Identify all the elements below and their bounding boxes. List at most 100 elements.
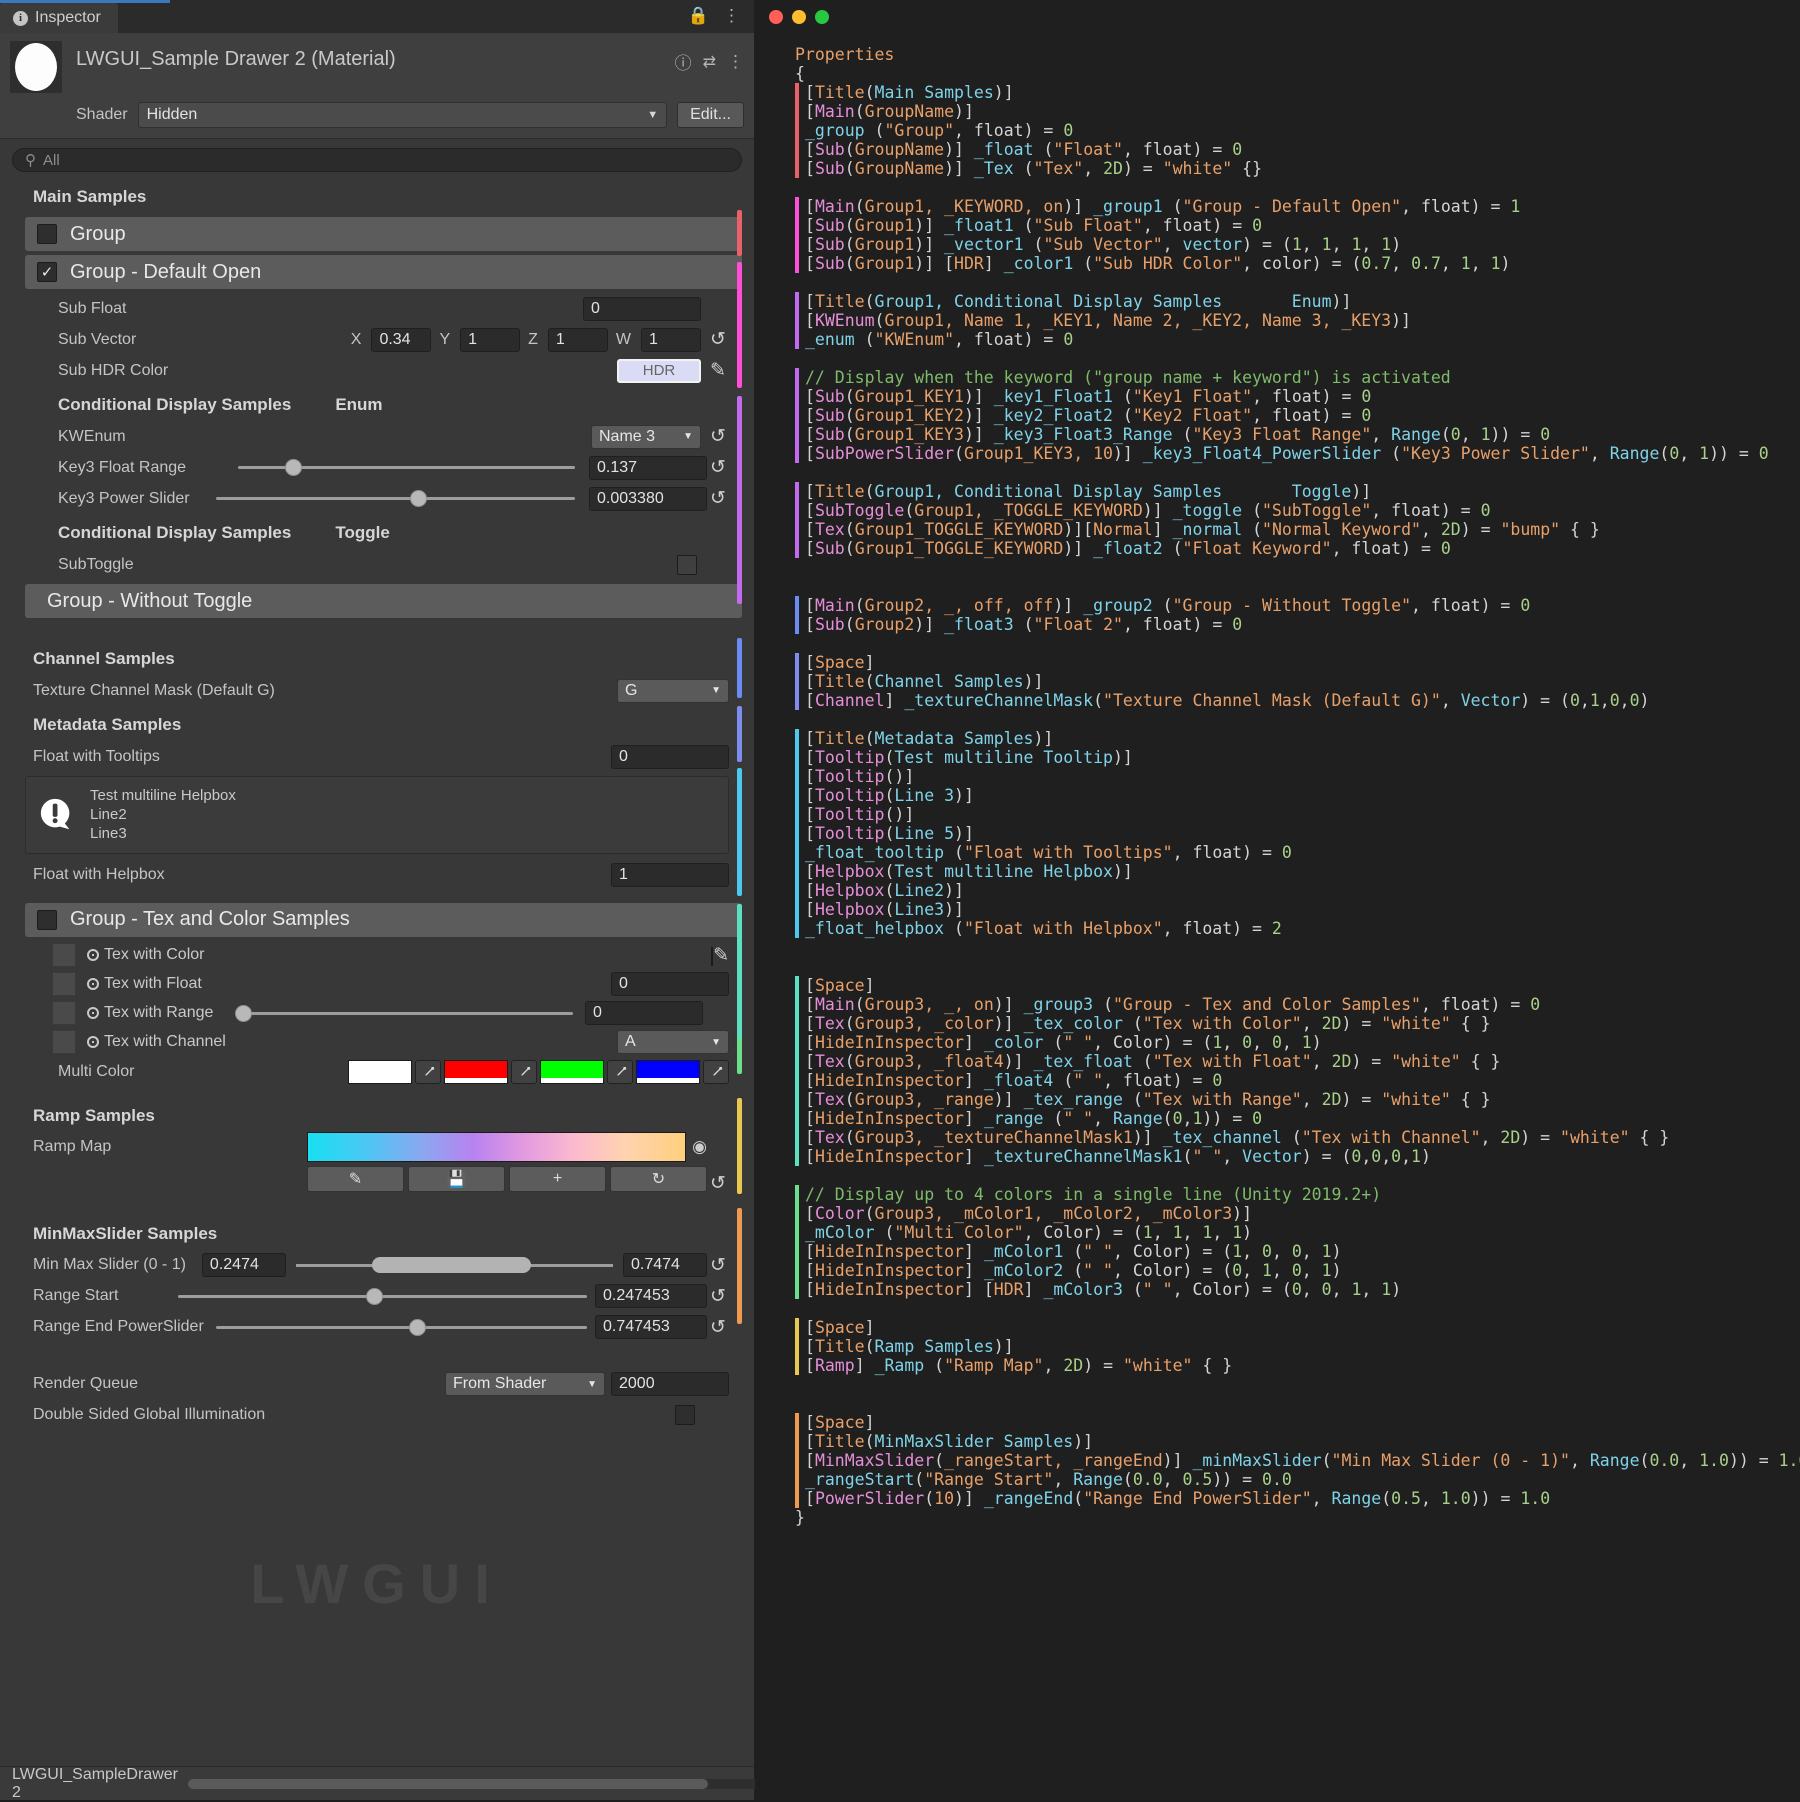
horizontal-scrollbar[interactable] — [188, 1779, 808, 1789]
texture-thumbnail[interactable] — [52, 1030, 76, 1054]
revert-icon[interactable]: ↺ — [707, 456, 729, 479]
tex-range-slider[interactable] — [235, 1001, 573, 1025]
group-gutter-bar — [795, 824, 799, 843]
multi-color-swatch-blue[interactable] — [636, 1060, 700, 1084]
range-end-input[interactable]: 0.747453 — [595, 1315, 707, 1339]
edit-button[interactable]: Edit... — [677, 102, 744, 128]
code-token: Channel — [815, 691, 885, 710]
double-sided-checkbox[interactable] — [675, 1405, 695, 1425]
key3-power-slider[interactable] — [216, 487, 575, 511]
float-tooltips-input[interactable]: 0 — [611, 745, 729, 769]
key3-float-slider[interactable] — [238, 456, 575, 480]
group-label: Group - Default Open — [70, 261, 261, 284]
help-icon[interactable]: ⓘ — [675, 49, 692, 74]
subtoggle-checkbox[interactable] — [677, 555, 697, 575]
slider-knob[interactable] — [366, 1288, 383, 1305]
texture-thumbnail[interactable] — [52, 972, 76, 996]
revert-icon[interactable]: ↺ — [707, 1254, 729, 1277]
code-token: ) — [1332, 1261, 1342, 1280]
close-dot-icon[interactable] — [769, 10, 783, 24]
group-header-default-open[interactable]: ✓ Group - Default Open — [25, 255, 742, 289]
color-swatch-red[interactable] — [711, 947, 713, 966]
sub-float-input[interactable]: 0 — [583, 297, 701, 321]
vector-x-input[interactable]: 0.34 — [371, 328, 431, 352]
eyedropper-icon[interactable] — [415, 1060, 441, 1084]
revert-icon[interactable]: ↺ — [707, 425, 729, 448]
preset-icon[interactable]: ⇄ — [703, 52, 716, 72]
minmax-track[interactable] — [296, 1253, 613, 1277]
group-checkbox-checked[interactable]: ✓ — [37, 262, 57, 282]
code-token: ) = ( — [1242, 235, 1292, 254]
render-queue-dropdown[interactable]: From Shader ▼ — [445, 1372, 605, 1396]
texture-channel-mask-dropdown[interactable]: G ▼ — [617, 679, 729, 703]
shader-source-code[interactable]: Properties{[Title(Main Samples)][Main(Gr… — [755, 33, 1800, 1527]
texture-thumbnail[interactable] — [52, 943, 76, 967]
tex-channel-dropdown[interactable]: A ▼ — [617, 1030, 729, 1054]
code-token: 0 — [1481, 501, 1491, 520]
kebab-menu-icon[interactable]: ⋮ — [723, 6, 740, 26]
minmax-range-bar[interactable] — [372, 1257, 531, 1273]
ramp-gradient[interactable] — [307, 1132, 686, 1162]
ramp-reset-button[interactable]: ↻ — [610, 1166, 707, 1192]
eyedropper-icon[interactable] — [607, 1060, 633, 1084]
eyedropper-icon[interactable] — [511, 1060, 537, 1084]
ramp-add-button[interactable]: + — [509, 1166, 606, 1192]
key3-float-input[interactable]: 0.137 — [589, 456, 707, 480]
revert-icon[interactable]: ↺ — [707, 1316, 729, 1339]
range-end-slider[interactable] — [216, 1315, 587, 1339]
float-helpbox-input[interactable]: 1 — [611, 863, 729, 887]
group-checkbox[interactable] — [37, 910, 57, 930]
render-queue-input[interactable]: 2000 — [611, 1372, 729, 1396]
code-token: 0 — [1570, 691, 1580, 710]
range-start-slider[interactable] — [178, 1284, 587, 1308]
kwenum-dropdown[interactable]: Name 3 ▼ — [591, 425, 701, 449]
ramp-target-icon[interactable]: ◉ — [692, 1137, 707, 1157]
group-gutter-bar — [795, 235, 799, 254]
code-token: )] — [1034, 729, 1054, 748]
eyedropper-icon[interactable] — [703, 1060, 729, 1084]
maximize-dot-icon[interactable] — [815, 10, 829, 24]
minmax-max-input[interactable]: 0.7474 — [623, 1253, 707, 1277]
slider-knob[interactable] — [409, 1319, 426, 1336]
slider-knob[interactable] — [285, 459, 302, 476]
code-token: "Tex with Color" — [1143, 1014, 1302, 1033]
code-line: [Main(Group2, _, off, off)] _group2 ("Gr… — [767, 596, 1800, 615]
minmax-min-input[interactable]: 0.2474 — [202, 1253, 286, 1277]
range-start-input[interactable]: 0.247453 — [595, 1284, 707, 1308]
eyedropper-icon[interactable]: ✎ — [707, 359, 729, 382]
minimize-dot-icon[interactable] — [792, 10, 806, 24]
multi-color-swatch-white[interactable] — [348, 1060, 412, 1084]
group-header-tex-color[interactable]: Group - Tex and Color Samples — [25, 903, 742, 937]
code-line: [Title(Channel Samples)] — [767, 672, 1800, 691]
hdr-color-swatch[interactable]: HDR — [617, 359, 701, 383]
lock-icon[interactable]: 🔒 — [688, 6, 709, 26]
search-input[interactable]: ⚲ All — [12, 148, 742, 172]
revert-icon[interactable]: ↺ — [707, 487, 729, 510]
multi-color-swatch-green[interactable] — [540, 1060, 604, 1084]
tab-inspector[interactable]: i Inspector — [0, 3, 118, 33]
slider-knob[interactable] — [410, 490, 427, 507]
revert-icon[interactable]: ↺ — [707, 1132, 729, 1195]
ramp-edit-button[interactable]: ✎ — [307, 1166, 404, 1192]
tex-float-input[interactable]: 0 — [611, 972, 729, 996]
revert-icon[interactable]: ↺ — [707, 328, 729, 351]
vector-w-input[interactable]: 1 — [641, 328, 701, 352]
vector-z-input[interactable]: 1 — [548, 328, 608, 352]
eyedropper-icon[interactable]: ✎ — [713, 945, 729, 966]
tex-range-input[interactable]: 0 — [585, 1001, 703, 1025]
key3-power-input[interactable]: 0.003380 — [589, 487, 707, 511]
texture-thumbnail[interactable] — [52, 1001, 76, 1025]
code-line — [767, 957, 1800, 976]
vector-y-input[interactable]: 1 — [460, 328, 520, 352]
slider-knob[interactable] — [235, 1005, 252, 1022]
kebab-menu-icon[interactable]: ⋮ — [727, 52, 744, 72]
code-token: , — [1302, 1090, 1322, 1109]
shader-dropdown[interactable]: Hidden ▼ — [138, 102, 668, 128]
group-header-group[interactable]: Group — [25, 217, 742, 251]
revert-icon[interactable]: ↺ — [707, 1285, 729, 1308]
group-header-without-toggle[interactable]: Group - Without Toggle — [25, 584, 742, 618]
ramp-save-button[interactable]: 💾 — [408, 1166, 505, 1192]
group-checkbox[interactable] — [37, 224, 57, 244]
material-preview[interactable] — [10, 41, 62, 93]
multi-color-swatch-red[interactable] — [444, 1060, 508, 1084]
